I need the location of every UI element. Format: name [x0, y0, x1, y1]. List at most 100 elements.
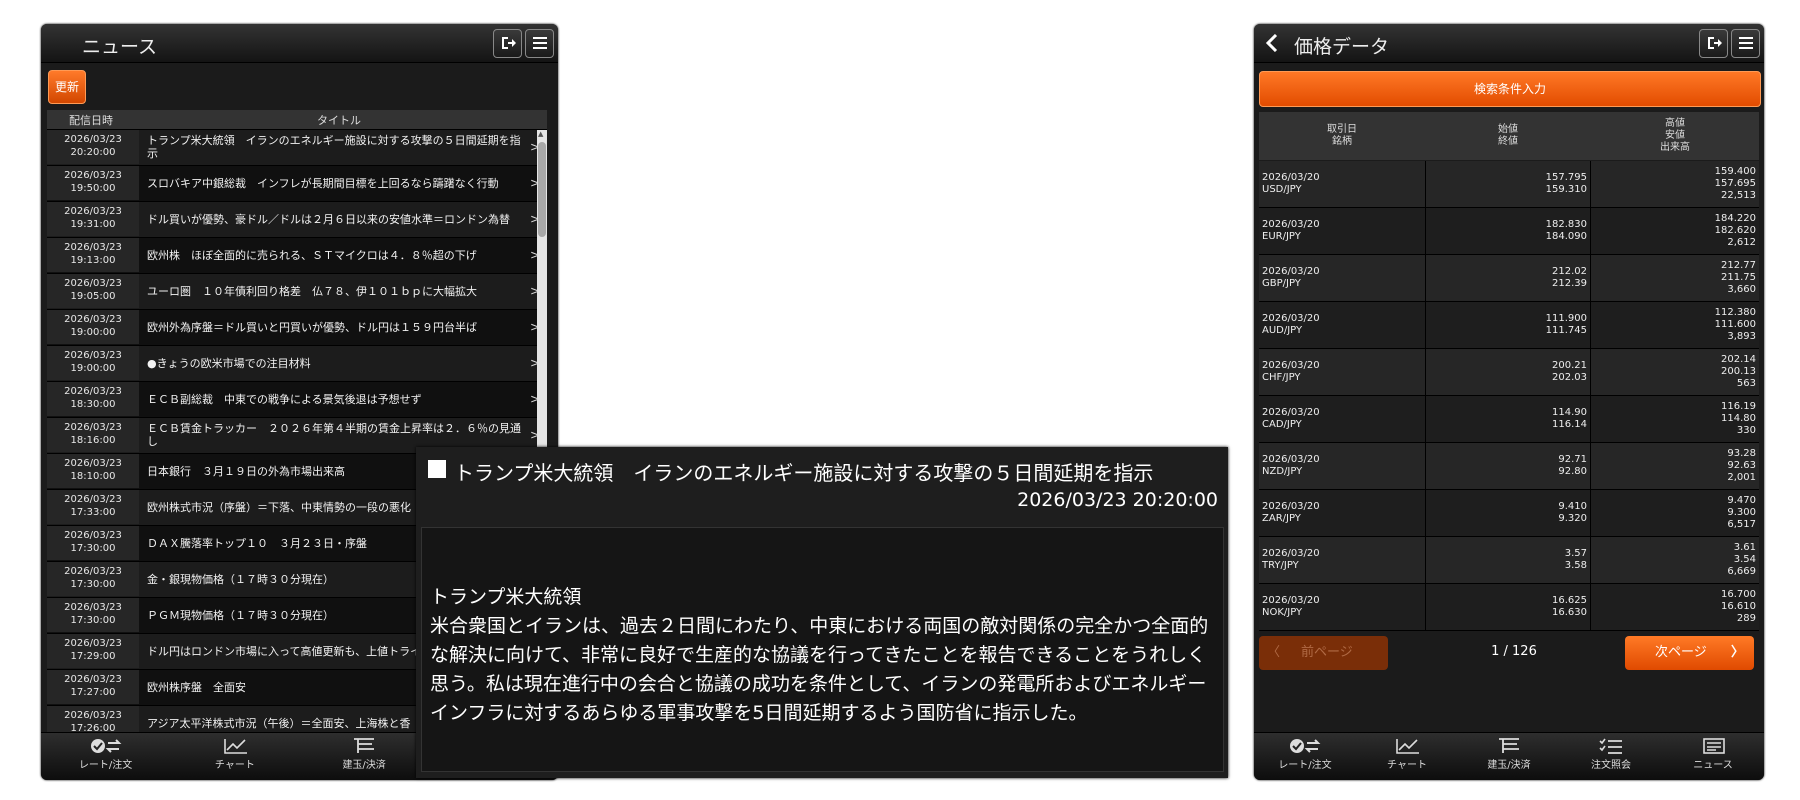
- price-open: 182.830: [1545, 219, 1587, 230]
- price-high: 116.19: [1721, 401, 1756, 412]
- scroll-thumb[interactable]: [538, 142, 546, 237]
- price-pair: CHF/JPY: [1262, 372, 1301, 383]
- chevron-left-icon: 〈: [1267, 645, 1281, 660]
- news-row[interactable]: 2026/03/23 19:05:00 ユーロ圏 １０年債利回り格差 仏７８、伊１０…: [47, 274, 547, 310]
- news-row-datetime: 2026/03/23 18:10:00: [47, 454, 139, 488]
- menu-button[interactable]: [1731, 29, 1760, 58]
- news-header: ニュース: [41, 24, 558, 63]
- rate-order-icon: [1254, 737, 1356, 755]
- price-high-low-vol: 9.470 9.300 6,517: [1591, 490, 1759, 536]
- price-row[interactable]: 2026/03/20 TRY/JPY 3.57 3.58 3.61 3.54 6,669: [1259, 537, 1759, 584]
- news-row[interactable]: 2026/03/23 18:30:00 ＥＣＢ副総裁 中東での戦争による景気後退は予…: [47, 382, 547, 418]
- nav-item-chart[interactable]: チャート: [170, 733, 299, 780]
- price-close: 111.745: [1545, 325, 1587, 336]
- next-page-button[interactable]: 次ページ 〉: [1625, 636, 1754, 670]
- price-date-pair: 2026/03/20 GBP/JPY: [1259, 255, 1425, 301]
- nav-item-chart[interactable]: チャート: [1356, 733, 1458, 780]
- price-volume: 22,513: [1721, 190, 1756, 201]
- price-volume: 563: [1736, 378, 1756, 389]
- price-open-close: 212.02 212.39: [1425, 255, 1591, 301]
- news-row-datetime: 2026/03/23 19:13:00: [47, 238, 139, 272]
- news-row-time: 17:27:00: [70, 687, 116, 698]
- logout-button[interactable]: [1699, 29, 1728, 58]
- menu-button[interactable]: [525, 29, 554, 58]
- news-row[interactable]: 2026/03/23 19:50:00 スロバキア中銀総裁 インフレが長期間目標を上…: [47, 166, 547, 202]
- news-row-date: 2026/03/23: [64, 422, 122, 433]
- nav-item-order-list[interactable]: 注文照会: [1560, 733, 1662, 780]
- price-row[interactable]: 2026/03/20 AUD/JPY 111.900 111.745 112.380 11…: [1259, 302, 1759, 349]
- price-date: 2026/03/20: [1262, 548, 1320, 559]
- col-volume: 出来高: [1660, 142, 1690, 153]
- next-page-label: 次ページ: [1655, 645, 1707, 660]
- scroll-up-icon[interactable]: ▲: [538, 130, 543, 138]
- news-row-date: 2026/03/23: [64, 458, 122, 469]
- price-date-pair: 2026/03/20 NZD/JPY: [1259, 443, 1425, 489]
- news-row-date: 2026/03/23: [64, 350, 122, 361]
- news-row-date: 2026/03/23: [64, 638, 122, 649]
- price-row[interactable]: 2026/03/20 CAD/JPY 114.90 116.14 116.19 114.8…: [1259, 396, 1759, 443]
- price-high-low-vol: 16.700 16.610 289: [1591, 584, 1759, 630]
- price-row[interactable]: 2026/03/20 USD/JPY 157.795 159.310 159.400 15…: [1259, 161, 1759, 208]
- nav-item-position[interactable]: 建玉/決済: [300, 733, 429, 780]
- price-high: 202.14: [1721, 354, 1756, 365]
- nav-item-rate-order[interactable]: レート/注文: [41, 733, 170, 780]
- news-row-datetime: 2026/03/23 19:50:00: [47, 166, 139, 200]
- price-title: 価格データ: [1294, 36, 1390, 58]
- price-open: 111.900: [1545, 313, 1587, 324]
- detail-checkbox[interactable]: [428, 460, 446, 478]
- prev-page-button[interactable]: 〈 前ページ: [1259, 636, 1388, 670]
- news-row[interactable]: 2026/03/23 19:00:00 欧州外為序盤＝ドル買いと円買いが優勢、ドル円…: [47, 310, 547, 346]
- news-row[interactable]: 2026/03/23 20:20:00 トランプ米大統領 イランのエネルギー施設に対…: [47, 130, 547, 166]
- price-volume: 6,669: [1727, 566, 1756, 577]
- price-low: 211.75: [1721, 272, 1756, 283]
- news-row-date: 2026/03/23: [64, 566, 122, 577]
- back-button[interactable]: [1259, 29, 1286, 56]
- price-open: 92.71: [1558, 454, 1587, 465]
- price-row[interactable]: 2026/03/20 CHF/JPY 200.21 202.03 202.14 200.1…: [1259, 349, 1759, 396]
- logout-icon: [501, 37, 516, 49]
- news-row-datetime: 2026/03/23 17:29:00: [47, 634, 139, 668]
- col-high: 高値: [1665, 118, 1685, 129]
- price-high: 184.220: [1714, 213, 1756, 224]
- price-low: 114.80: [1721, 413, 1756, 424]
- nav-label: 建玉/決済: [342, 760, 386, 771]
- price-date: 2026/03/20: [1262, 313, 1320, 324]
- price-high: 16.700: [1721, 589, 1756, 600]
- price-volume: 3,660: [1727, 284, 1756, 295]
- nav-label: チャート: [1387, 760, 1427, 771]
- news-row-datetime: 2026/03/23 19:00:00: [47, 346, 139, 380]
- refresh-button[interactable]: 更新: [48, 70, 86, 104]
- price-row[interactable]: 2026/03/20 NOK/JPY 16.625 16.630 16.700 16.61…: [1259, 584, 1759, 631]
- nav-label: レート/注文: [1278, 760, 1332, 771]
- logout-button[interactable]: [493, 29, 522, 58]
- search-conditions-button[interactable]: 検索条件入力: [1259, 71, 1761, 107]
- news-row-time: 17:30:00: [70, 615, 116, 626]
- price-volume: 2,612: [1727, 237, 1756, 248]
- price-row[interactable]: 2026/03/20 EUR/JPY 182.830 184.090 184.220 18…: [1259, 208, 1759, 255]
- news-row[interactable]: 2026/03/23 19:13:00 欧州株 ほぼ全面的に売られる、ＳＴマイクロは…: [47, 238, 547, 274]
- col-date-header: 配信日時: [69, 114, 113, 127]
- price-volume: 330: [1736, 425, 1756, 436]
- chart-icon: [170, 737, 299, 755]
- price-low: 157.695: [1714, 178, 1756, 189]
- price-date-pair: 2026/03/20 TRY/JPY: [1259, 537, 1425, 583]
- nav-item-news[interactable]: ニュース: [1662, 733, 1764, 780]
- news-row-date: 2026/03/23: [64, 206, 122, 217]
- price-low: 16.610: [1721, 601, 1756, 612]
- news-row-time: 19:00:00: [70, 327, 116, 338]
- detail-body-line2: 米合衆国とイランは、過去２日間にわたり、中東における両国の敵対関係の完全かつ全面…: [430, 615, 1209, 724]
- price-row[interactable]: 2026/03/20 ZAR/JPY 9.410 9.320 9.470 9.300 6,5…: [1259, 490, 1759, 537]
- price-close: 3.58: [1564, 560, 1587, 571]
- nav-item-position[interactable]: 建玉/決済: [1458, 733, 1560, 780]
- price-row[interactable]: 2026/03/20 NZD/JPY 92.71 92.80 93.28 92.63 2,0…: [1259, 443, 1759, 490]
- price-open-close: 92.71 92.80: [1425, 443, 1591, 489]
- price-row[interactable]: 2026/03/20 GBP/JPY 212.02 212.39 212.77 211.7…: [1259, 255, 1759, 302]
- news-row-time: 17:29:00: [70, 651, 116, 662]
- news-row[interactable]: 2026/03/23 19:00:00 ●きょうの欧米市場での注目材料 >: [47, 346, 547, 382]
- price-open-close: 200.21 202.03: [1425, 349, 1591, 395]
- news-row-date: 2026/03/23: [64, 134, 122, 145]
- nav-item-rate-order[interactable]: レート/注文: [1254, 733, 1356, 780]
- price-high: 159.400: [1714, 166, 1756, 177]
- price-date-pair: 2026/03/20 EUR/JPY: [1259, 208, 1425, 254]
- news-row[interactable]: 2026/03/23 19:31:00 ドル買いが優勢、豪ドル／ドルは２月６日以来の…: [47, 202, 547, 238]
